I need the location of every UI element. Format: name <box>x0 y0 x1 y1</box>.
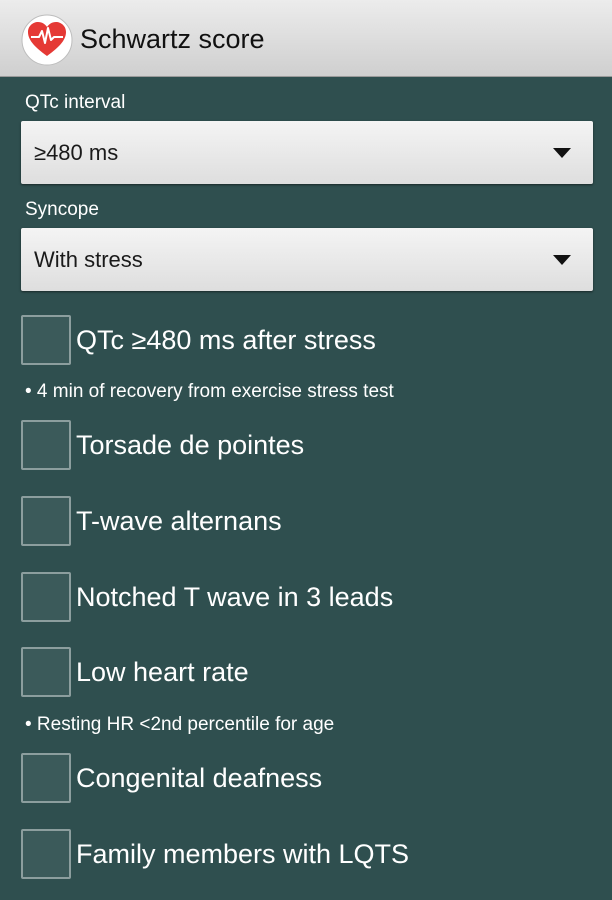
criterion-label: Notched T wave in 3 leads <box>76 582 394 612</box>
app-title: Schwartz score <box>80 24 265 54</box>
checkbox[interactable] <box>21 829 71 879</box>
syncope-value: With stress <box>34 247 143 272</box>
heart-ecg-icon <box>21 14 73 66</box>
criterion-label: QTc ≥480 ms after stress <box>76 325 376 355</box>
criterion-notched-t-wave[interactable]: Notched T wave in 3 leads <box>21 572 593 624</box>
checkbox[interactable] <box>21 315 71 365</box>
app-bar: Schwartz score <box>0 0 612 77</box>
criterion-torsade-de-pointes[interactable]: Torsade de pointes <box>21 420 593 472</box>
qtc-interval-select[interactable]: ≥480 ms <box>21 121 593 184</box>
syncope-select[interactable]: With stress <box>21 228 593 291</box>
criterion-label: T-wave alternans <box>76 506 282 536</box>
syncope-label: Syncope <box>25 199 99 220</box>
criterion-note: • Resting HR <2nd percentile for age <box>25 714 335 735</box>
criterion-low-heart-rate[interactable]: Low heart rate <box>21 647 593 699</box>
criterion-label: Low heart rate <box>76 657 249 687</box>
qtc-interval-value: ≥480 ms <box>34 140 119 165</box>
checkbox[interactable] <box>21 572 71 622</box>
checkbox[interactable] <box>21 496 71 546</box>
criterion-label: Congenital deafness <box>76 763 323 793</box>
criterion-note: • 4 min of recovery from exercise stress… <box>25 381 394 402</box>
dropdown-arrow-icon <box>553 255 571 265</box>
checkbox[interactable] <box>21 647 71 697</box>
criterion-label: Family members with LQTS <box>76 839 410 869</box>
checkbox[interactable] <box>21 420 71 470</box>
dropdown-arrow-icon <box>553 148 571 158</box>
criterion-congenital-deafness[interactable]: Congenital deafness <box>21 753 593 805</box>
criterion-family-lqts[interactable]: Family members with LQTS <box>21 829 593 881</box>
criterion-t-wave-alternans[interactable]: T-wave alternans <box>21 496 593 548</box>
criterion-qtc-after-stress[interactable]: QTc ≥480 ms after stress <box>21 315 593 367</box>
criterion-label: Torsade de pointes <box>76 430 305 460</box>
qtc-interval-label: QTc interval <box>25 92 126 113</box>
checkbox[interactable] <box>21 753 71 803</box>
